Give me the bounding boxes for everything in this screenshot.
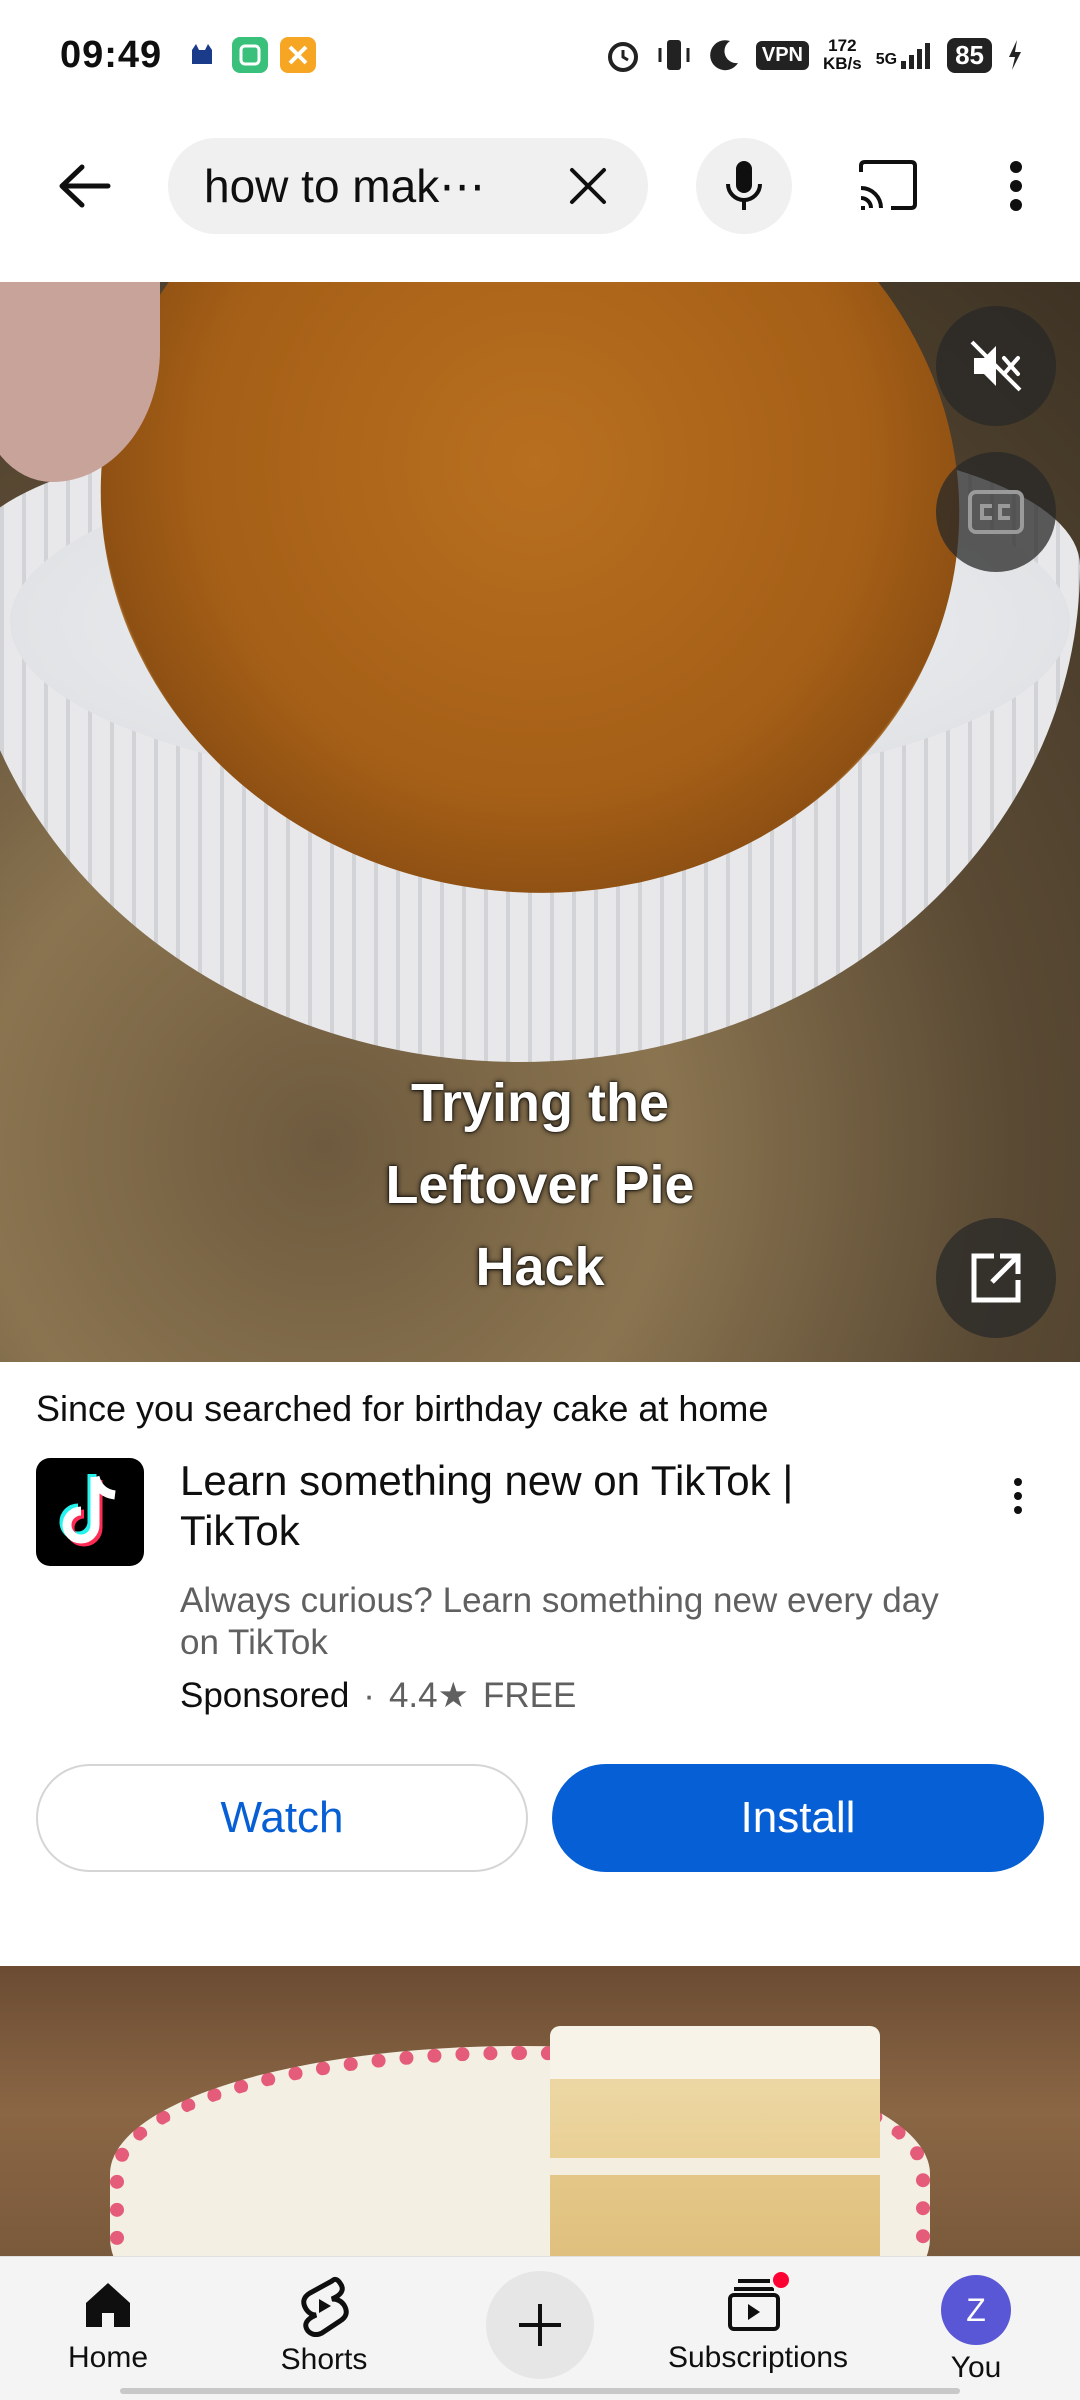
cast-icon — [859, 160, 917, 210]
speed-value: 172 — [828, 36, 857, 55]
speed-unit: KB/s — [823, 54, 862, 73]
video-player[interactable]: Trying the Leftover Pie Hack — [0, 282, 1080, 1362]
search-query[interactable]: how to mak⋯ — [204, 159, 524, 213]
tools-app-icon — [280, 37, 317, 73]
more-options-button[interactable] — [986, 150, 1046, 222]
tiktok-logo-icon[interactable] — [36, 1458, 144, 1566]
status-bar: 09:49 VPN 172 KB/s 5G 85 — [0, 0, 1080, 110]
notification-dot — [770, 2269, 792, 2291]
watch-button[interactable]: Watch — [36, 1764, 528, 1872]
plus-icon — [519, 2304, 561, 2346]
network-type: 5G — [875, 51, 898, 68]
back-button[interactable] — [44, 150, 124, 222]
ad-meta: Sponsored · 4.4★ FREE — [180, 1676, 576, 1716]
open-external-button[interactable] — [936, 1218, 1056, 1338]
create-button[interactable] — [486, 2271, 594, 2379]
signal-icon — [901, 43, 931, 69]
caption-line-3: Hack — [475, 1237, 605, 1297]
ad-description: Always curious? Learn something new ever… — [180, 1581, 939, 1662]
gesture-bar — [120, 2388, 960, 2394]
nav-subscriptions-label: Subscriptions — [667, 2341, 849, 2374]
caption-line-2: Leftover Pie — [385, 1155, 695, 1215]
search-context-prefix: Since you searched for — [36, 1388, 415, 1429]
rating-value: 4.4 — [388, 1676, 438, 1715]
ad-title[interactable]: Learn something new on TikTok | TikTok — [180, 1456, 900, 1556]
captions-button[interactable] — [936, 452, 1056, 572]
search-top-bar: how to mak⋯ — [0, 130, 1080, 240]
thumbnail-cake-slice — [550, 2026, 880, 2256]
video-caption: Trying the Leftover Pie Hack — [0, 1062, 1080, 1308]
search-field[interactable]: how to mak⋯ — [168, 138, 648, 234]
app-rating: 4.4★ — [389, 1676, 469, 1716]
next-video-thumbnail[interactable] — [0, 1966, 1080, 2256]
nav-you-label: You — [950, 2351, 1002, 2384]
alarm-icon — [607, 42, 638, 72]
close-icon — [570, 168, 606, 204]
vpn-badge: VPN — [755, 40, 809, 70]
avatar: Z — [941, 2275, 1011, 2345]
home-icon — [86, 2283, 130, 2327]
muted-speaker-icon — [970, 340, 1022, 392]
vibrate-icon — [658, 40, 690, 70]
network-speed: 172 KB/s — [823, 37, 862, 73]
nav-shorts-label: Shorts — [280, 2343, 368, 2376]
ad-card[interactable]: Learn something new on TikTok | TikTok A… — [36, 1456, 1046, 1716]
mute-button[interactable] — [936, 306, 1056, 426]
search-context-line: Since you searched for birthday cake at … — [36, 1388, 768, 1430]
nav-you[interactable]: Z You — [876, 2257, 1076, 2387]
open-external-icon — [971, 1253, 1021, 1303]
back-arrow-icon — [59, 164, 111, 208]
shorts-icon — [301, 2276, 349, 2337]
status-right: VPN 172 KB/s 5G 85 — [604, 36, 1024, 74]
signal-indicator: 5G — [876, 41, 933, 69]
more-vertical-icon — [1014, 1478, 1022, 1486]
meta-separator: · — [363, 1676, 375, 1715]
bottom-navigation: Home Shorts Subscriptions Z You — [0, 2256, 1080, 2400]
cat-app-icon — [184, 37, 221, 73]
status-time: 09:49 — [60, 33, 163, 76]
nav-home-label: Home — [67, 2341, 149, 2374]
sponsored-label: Sponsored — [180, 1676, 350, 1715]
nav-shorts[interactable]: Shorts — [224, 2257, 424, 2387]
install-button[interactable]: Install — [552, 1764, 1044, 1872]
more-vertical-icon — [1010, 161, 1022, 211]
closed-captions-icon — [968, 490, 1024, 534]
nav-home[interactable]: Home — [8, 2257, 208, 2387]
battery-level: 85 — [947, 37, 992, 73]
green-app-icon — [232, 37, 269, 73]
screen: 09:49 VPN 172 KB/s 5G 85 how to mak⋯ Try… — [0, 0, 1080, 2400]
more-vertical-icon-dot — [1014, 1506, 1022, 1514]
microphone-icon — [726, 161, 762, 210]
subscriptions-icon-wrap — [726, 2269, 792, 2335]
nav-subscriptions[interactable]: Subscriptions — [658, 2257, 858, 2387]
star-icon: ★ — [437, 1676, 469, 1715]
more-vertical-icon-dot — [1014, 1492, 1022, 1500]
charging-icon — [1009, 40, 1021, 70]
voice-search-button[interactable] — [696, 138, 792, 234]
caption-line-1: Trying the — [410, 1073, 670, 1133]
status-app-icons — [184, 37, 317, 73]
clear-search-button[interactable] — [558, 158, 618, 214]
app-price: FREE — [483, 1676, 577, 1715]
ad-more-options-button[interactable] — [998, 1466, 1038, 1526]
moon-icon — [710, 40, 738, 71]
search-context-keyword[interactable]: birthday cake at home — [414, 1388, 768, 1429]
cast-button[interactable] — [846, 150, 930, 222]
